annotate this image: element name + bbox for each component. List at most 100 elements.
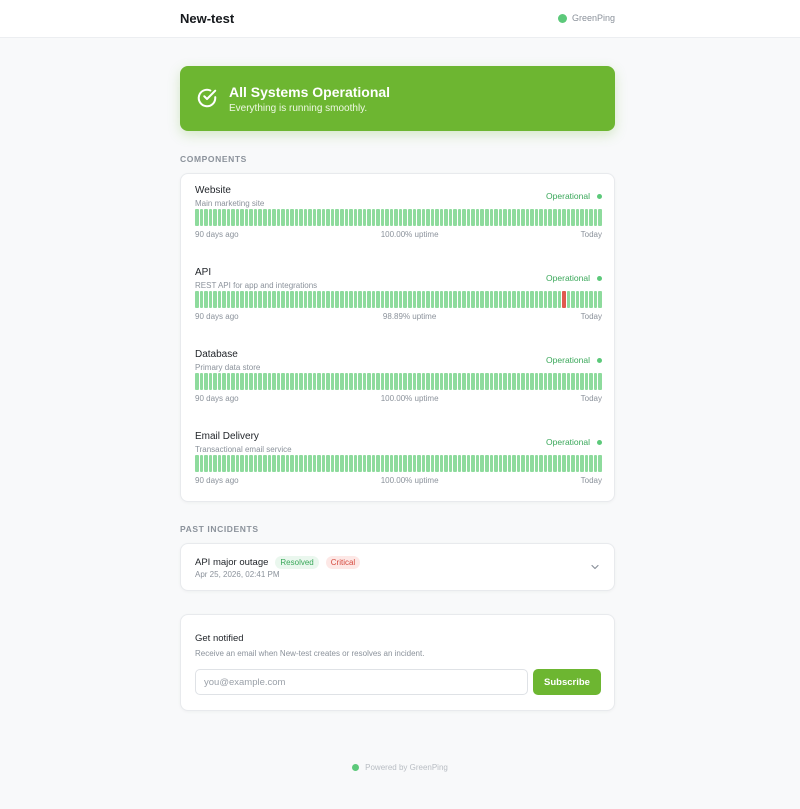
uptime-bar[interactable] <box>299 373 303 390</box>
uptime-bar[interactable] <box>566 455 571 472</box>
uptime-bar[interactable] <box>253 291 258 308</box>
uptime-bar[interactable] <box>195 209 199 226</box>
uptime-bar[interactable] <box>330 291 335 308</box>
uptime-bar[interactable] <box>330 455 335 472</box>
uptime-bar[interactable] <box>457 455 462 472</box>
uptime-bar[interactable] <box>412 373 417 390</box>
uptime-bar[interactable] <box>552 209 557 226</box>
uptime-bar[interactable] <box>426 209 430 226</box>
uptime-bar[interactable] <box>571 373 575 390</box>
uptime-bar[interactable] <box>439 291 444 308</box>
uptime-bar[interactable] <box>589 209 593 226</box>
uptime-bar[interactable] <box>226 373 231 390</box>
uptime-bar[interactable] <box>525 291 530 308</box>
uptime-bar[interactable] <box>249 373 253 390</box>
uptime-bar[interactable] <box>407 209 412 226</box>
uptime-bar[interactable] <box>303 291 308 308</box>
uptime-bar[interactable] <box>385 455 389 472</box>
uptime-bar[interactable] <box>580 291 584 308</box>
uptime-bar[interactable] <box>272 291 276 308</box>
uptime-bar[interactable] <box>475 291 480 308</box>
uptime-bar[interactable] <box>566 209 571 226</box>
uptime-bar[interactable] <box>367 373 371 390</box>
uptime-bar[interactable] <box>367 291 371 308</box>
uptime-bar[interactable] <box>530 373 534 390</box>
uptime-bar[interactable] <box>308 455 312 472</box>
uptime-bar[interactable] <box>258 291 262 308</box>
uptime-bar[interactable] <box>435 373 439 390</box>
uptime-bar[interactable] <box>403 373 407 390</box>
uptime-bar[interactable] <box>281 291 285 308</box>
uptime-bar[interactable] <box>534 455 539 472</box>
uptime-bar[interactable] <box>575 209 580 226</box>
uptime-bar[interactable] <box>276 373 281 390</box>
uptime-bar[interactable] <box>208 209 213 226</box>
uptime-bar[interactable] <box>403 455 407 472</box>
uptime-bar[interactable] <box>485 209 489 226</box>
uptime-bar[interactable] <box>575 455 580 472</box>
uptime-bar[interactable] <box>417 209 421 226</box>
uptime-bar[interactable] <box>444 209 448 226</box>
uptime-bar[interactable] <box>417 373 421 390</box>
uptime-bar[interactable] <box>421 291 426 308</box>
uptime-bar[interactable] <box>562 455 566 472</box>
uptime-bar[interactable] <box>539 373 543 390</box>
uptime-bar[interactable] <box>462 455 466 472</box>
uptime-bar[interactable] <box>471 373 475 390</box>
uptime-bar[interactable] <box>235 455 240 472</box>
uptime-bar[interactable] <box>507 455 512 472</box>
uptime-bar[interactable] <box>503 209 507 226</box>
subscribe-button[interactable]: Subscribe <box>533 669 601 695</box>
uptime-bar[interactable] <box>208 455 213 472</box>
uptime-bar[interactable] <box>480 209 484 226</box>
uptime-bar[interactable] <box>485 455 489 472</box>
uptime-bar[interactable] <box>507 373 512 390</box>
uptime-bar[interactable] <box>593 291 598 308</box>
uptime-bar[interactable] <box>512 373 516 390</box>
uptime-bar[interactable] <box>507 291 512 308</box>
uptime-bar[interactable] <box>426 455 430 472</box>
uptime-bar[interactable] <box>539 291 543 308</box>
uptime-bar[interactable] <box>267 291 272 308</box>
uptime-bar[interactable] <box>326 455 330 472</box>
uptime-bar[interactable] <box>525 209 530 226</box>
uptime-bar[interactable] <box>371 455 376 472</box>
uptime-bar[interactable] <box>489 373 494 390</box>
uptime-bar[interactable] <box>584 209 589 226</box>
uptime-bar[interactable] <box>335 455 339 472</box>
chevron-down-icon[interactable] <box>590 562 600 572</box>
uptime-bar[interactable] <box>321 373 326 390</box>
uptime-bar[interactable] <box>244 373 249 390</box>
uptime-bar[interactable] <box>512 455 516 472</box>
uptime-bar[interactable] <box>231 455 235 472</box>
uptime-bar[interactable] <box>362 455 367 472</box>
uptime-bar[interactable] <box>362 291 367 308</box>
uptime-bar[interactable] <box>389 209 394 226</box>
uptime-bar[interactable] <box>543 455 548 472</box>
uptime-bar[interactable] <box>312 455 317 472</box>
uptime-bar[interactable] <box>485 373 489 390</box>
uptime-bar[interactable] <box>317 209 321 226</box>
uptime-bar[interactable] <box>204 373 208 390</box>
uptime-bar[interactable] <box>321 291 326 308</box>
uptime-bar[interactable] <box>308 209 312 226</box>
uptime-bar[interactable] <box>380 455 385 472</box>
uptime-bar[interactable] <box>385 291 389 308</box>
uptime-bar[interactable] <box>262 291 267 308</box>
uptime-bar[interactable] <box>494 209 498 226</box>
uptime-bar[interactable] <box>321 455 326 472</box>
uptime-bar[interactable] <box>204 209 208 226</box>
uptime-bar[interactable] <box>249 209 253 226</box>
uptime-bar[interactable] <box>367 209 371 226</box>
uptime-bar[interactable] <box>312 209 317 226</box>
uptime-bar[interactable] <box>457 209 462 226</box>
uptime-bar[interactable] <box>226 291 231 308</box>
uptime-bar[interactable] <box>516 209 521 226</box>
uptime-bar[interactable] <box>426 373 430 390</box>
uptime-bar[interactable] <box>580 209 584 226</box>
uptime-bar[interactable] <box>557 455 562 472</box>
uptime-bar[interactable] <box>213 373 217 390</box>
uptime-bar[interactable] <box>394 209 398 226</box>
uptime-bar[interactable] <box>294 455 299 472</box>
uptime-bar[interactable] <box>380 209 385 226</box>
